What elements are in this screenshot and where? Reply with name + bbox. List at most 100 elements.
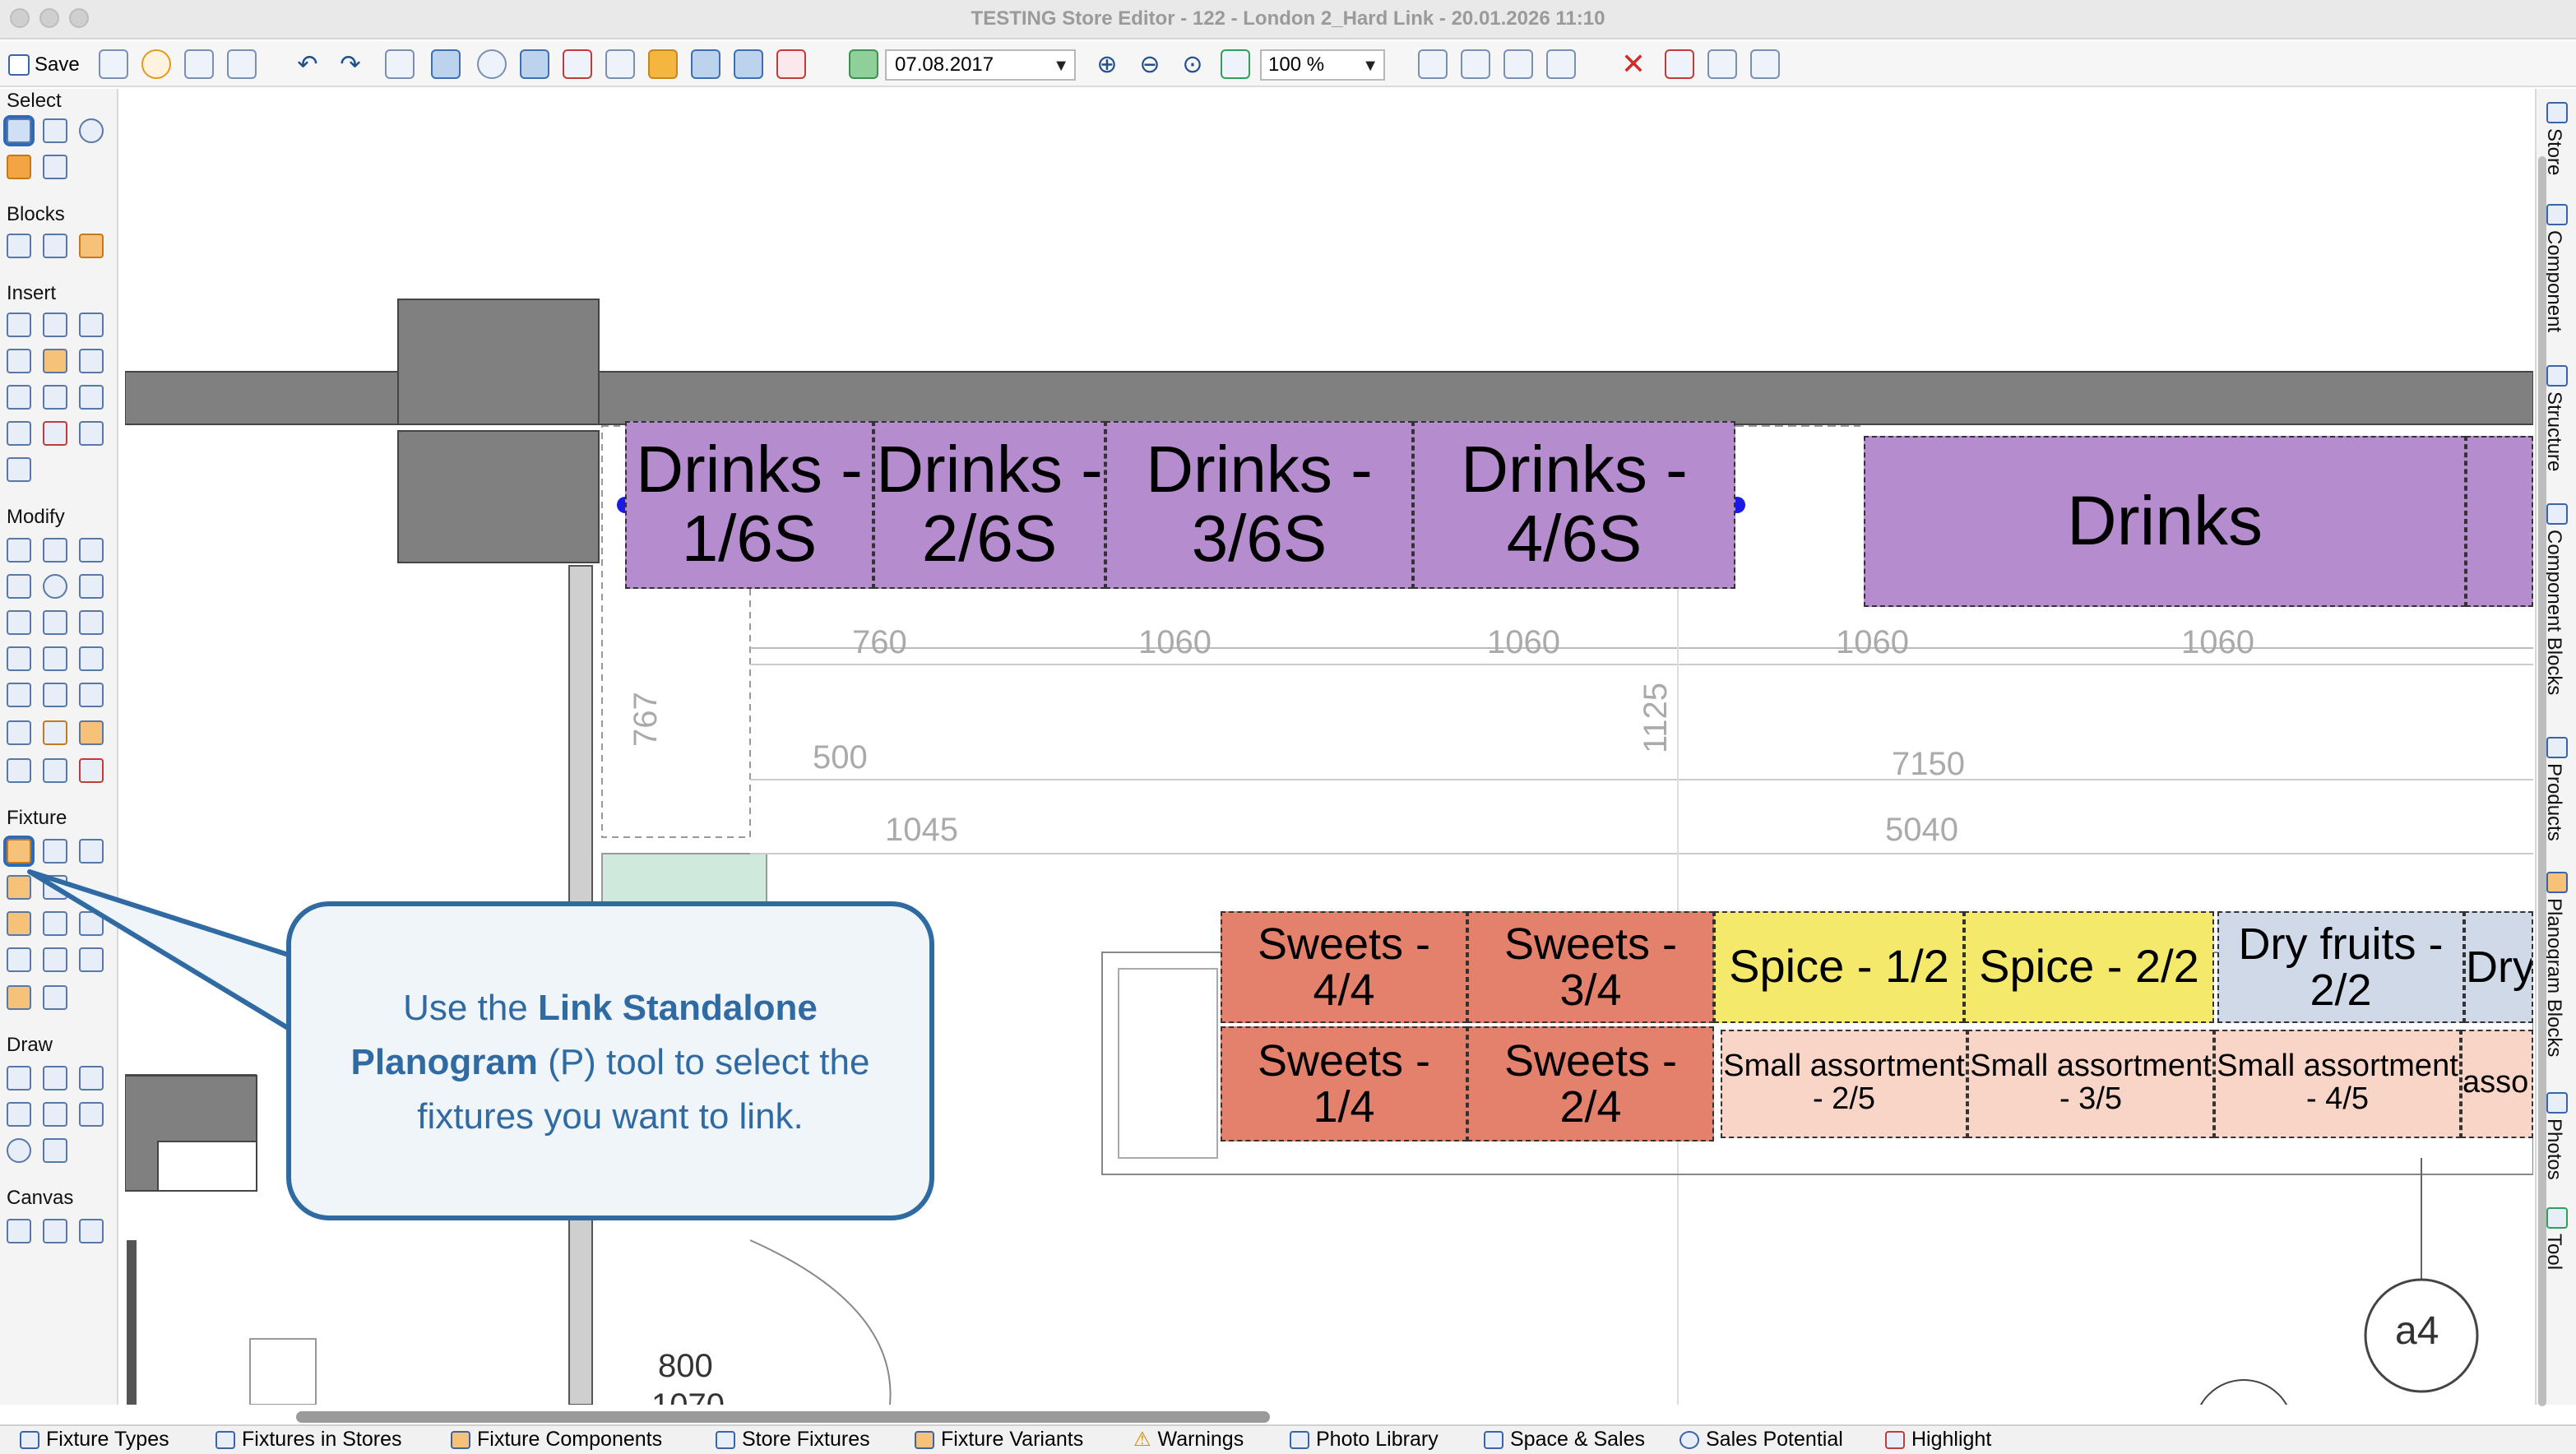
select-box-icon[interactable] — [43, 118, 67, 143]
redo-icon[interactable]: ↷ — [336, 49, 365, 79]
grid-icon[interactable] — [605, 49, 635, 79]
tab-store-fixtures[interactable]: Store Fixtures — [716, 1428, 870, 1451]
mirror-icon[interactable] — [7, 646, 31, 671]
tab-space-sales[interactable]: Space & Sales — [1484, 1428, 1645, 1451]
bring-front-icon[interactable] — [43, 720, 67, 745]
fixture-sweets-3-4[interactable]: Sweets - 3/4 — [1467, 911, 1714, 1023]
save-button[interactable]: Save — [3, 48, 85, 81]
align-center-icon[interactable] — [43, 683, 67, 707]
list-view-icon[interactable] — [431, 49, 461, 79]
fixture-drinks-3[interactable]: Drinks - 3/6S — [1105, 421, 1413, 589]
zoom-selector[interactable]: 100 % ▼ — [1260, 49, 1385, 81]
overlap-icon[interactable] — [43, 758, 67, 783]
fixture-drinks-5[interactable]: Drinks — [1864, 436, 2466, 607]
draw-freehand-icon[interactable] — [43, 1102, 67, 1127]
insert-line-icon[interactable] — [7, 421, 31, 446]
align-top-icon[interactable] — [43, 646, 67, 671]
zoom-extents-icon[interactable] — [1221, 49, 1250, 79]
select-fixtures-icon[interactable] — [1665, 49, 1694, 79]
zoom-window-icon[interactable] — [69, 8, 89, 28]
image-export-icon[interactable] — [1503, 49, 1533, 79]
camera-frame-icon[interactable] — [385, 49, 415, 79]
delete-icon[interactable]: ✕ — [1619, 47, 1648, 80]
dwg-export-icon[interactable] — [1461, 49, 1490, 79]
arrange-icon[interactable] — [7, 758, 31, 783]
fixture-small-assortment-4-5[interactable]: Small assortment - 4/5 — [2214, 1030, 2461, 1138]
fixture-sweets-2-4[interactable]: Sweets - 2/4 — [1467, 1026, 1714, 1141]
insert-camera-icon[interactable] — [7, 385, 31, 410]
measure-icon[interactable] — [734, 49, 763, 79]
draw-line-icon[interactable] — [7, 1066, 31, 1090]
draw-rectangle-icon[interactable] — [79, 1102, 104, 1127]
insert-door-icon[interactable] — [43, 385, 67, 410]
tab-structure[interactable]: Structure — [2543, 391, 2566, 471]
fixture-dry-fruits-partial[interactable]: Dry — [2464, 911, 2533, 1023]
canvas-size-icon[interactable] — [7, 1219, 31, 1243]
scale-icon[interactable] — [79, 574, 104, 599]
draw-circle-icon[interactable] — [7, 1138, 31, 1163]
fixture-drinks-6[interactable] — [2466, 436, 2533, 607]
insert-image-icon[interactable] — [79, 421, 104, 446]
rotate-icon[interactable] — [43, 574, 67, 599]
horizontal-scrollbar[interactable] — [296, 1411, 1270, 1423]
fixture-small-assortment-3-5[interactable]: Small assortment - 3/5 — [1967, 1030, 2214, 1138]
fixture-drinks-1[interactable]: Drinks - 1/6S — [625, 421, 873, 589]
tab-fixture-components[interactable]: Fixture Components — [451, 1428, 662, 1451]
canvas-edit-icon[interactable] — [43, 1219, 67, 1243]
target-icon[interactable] — [776, 49, 806, 79]
triangle-shape-icon[interactable] — [691, 49, 720, 79]
undo-icon[interactable]: ↶ — [293, 49, 322, 79]
align-bottom-icon[interactable] — [79, 646, 104, 671]
tab-tool[interactable]: Tool — [2543, 1234, 2566, 1270]
fixture-sweets-1-4[interactable]: Sweets - 1/4 — [1221, 1026, 1467, 1141]
tab-fixture-variants[interactable]: Fixture Variants — [915, 1428, 1083, 1451]
layers-icon[interactable] — [849, 49, 878, 79]
store-home-icon[interactable] — [184, 49, 214, 79]
fixture-drinks-4[interactable]: Drinks - 4/6S — [1413, 421, 1735, 589]
tab-component-blocks[interactable]: Component Blocks — [2543, 530, 2566, 695]
insert-shelf-icon[interactable] — [43, 349, 67, 373]
tab-warnings[interactable]: ⚠ Warnings — [1133, 1428, 1244, 1451]
gauge-icon[interactable] — [477, 49, 507, 79]
move-icon[interactable] — [7, 574, 31, 599]
distribute-icon[interactable] — [79, 610, 104, 635]
svg-export-icon[interactable] — [1546, 49, 1576, 79]
insert-svg-icon[interactable] — [7, 457, 31, 482]
flag-icon[interactable] — [227, 49, 257, 79]
chart-icon[interactable] — [1418, 49, 1448, 79]
select-line-icon[interactable] — [43, 155, 67, 179]
tab-highlight[interactable]: Highlight — [1885, 1428, 1991, 1451]
scissors-icon[interactable] — [7, 610, 31, 635]
insert-link-icon[interactable] — [43, 313, 67, 337]
fixture-small-assortment-partial[interactable]: asso — [2461, 1030, 2533, 1138]
check-circle-icon[interactable] — [141, 49, 171, 79]
tab-products[interactable]: Products — [2543, 763, 2566, 841]
block-icon[interactable] — [7, 234, 31, 258]
tab-planogram-blocks[interactable]: Planogram Blocks — [2543, 898, 2566, 1057]
insert-text-icon[interactable] — [79, 349, 104, 373]
close-window-icon[interactable] — [10, 8, 30, 28]
canvas-bounds-icon[interactable] — [79, 1219, 104, 1243]
select-point-icon[interactable] — [79, 118, 104, 143]
tab-photo-library[interactable]: Photo Library — [1290, 1428, 1439, 1451]
modify-ungroup-icon[interactable] — [43, 538, 67, 563]
align-left-icon[interactable] — [43, 610, 67, 635]
align-right-icon[interactable] — [79, 683, 104, 707]
draw-arc-icon[interactable] — [79, 1066, 104, 1090]
insert-dwg-icon[interactable] — [79, 313, 104, 337]
fixture-spice-2-2[interactable]: Spice - 2/2 — [1964, 911, 2214, 1023]
transform-icon[interactable] — [1707, 49, 1737, 79]
color-fill-icon[interactable] — [648, 49, 678, 79]
modify-group-icon[interactable] — [7, 538, 31, 563]
zoom-fit-icon[interactable]: ⊙ — [1178, 49, 1207, 79]
document-icon[interactable] — [99, 49, 128, 79]
tab-sales-potential[interactable]: Sales Potential — [1679, 1428, 1843, 1451]
select-layer-icon[interactable] — [7, 155, 31, 179]
block-shelf-icon[interactable] — [79, 234, 104, 258]
fixture-spice-1-2[interactable]: Spice - 1/2 — [1714, 911, 1964, 1023]
fixture-dry-fruits-2-2[interactable]: Dry fruits - 2/2 — [2217, 911, 2464, 1023]
align-vertical-icon[interactable] — [7, 683, 31, 707]
tab-store[interactable]: Store — [2543, 128, 2566, 175]
block-stack-icon[interactable] — [43, 234, 67, 258]
select-arrow-icon[interactable] — [3, 115, 35, 146]
